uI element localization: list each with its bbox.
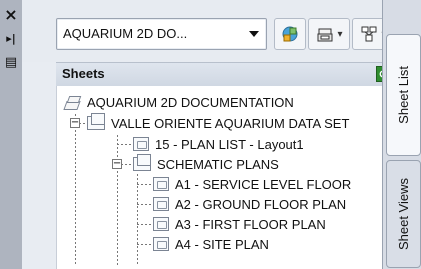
sheets-header: Sheets ⟳ bbox=[56, 62, 398, 88]
sheet-set-panel: AQUARIUM 2D DO... ▾ Sheets AQUARIUM 2D D… bbox=[22, 0, 399, 269]
collapse-icon[interactable]: − bbox=[112, 159, 122, 169]
sheets-title: Sheets bbox=[62, 66, 105, 81]
sheet-set-icon bbox=[282, 26, 298, 42]
sheet-icon bbox=[153, 237, 169, 251]
tree-sheet-set-row[interactable]: VALLE ORIENTE AQUARIUM DATA SET bbox=[87, 113, 349, 133]
tree-sheet-set-label: VALLE ORIENTE AQUARIUM DATA SET bbox=[111, 115, 350, 131]
sheet-set-root-icon bbox=[63, 95, 81, 109]
tab-sheet-list[interactable]: Sheet List bbox=[386, 34, 421, 156]
palette-tabs: Sheet List Sheet Views bbox=[382, 0, 421, 269]
tree-sheet-row[interactable]: 15 - PLAN LIST - Layout1 bbox=[133, 134, 304, 154]
toolbar: AQUARIUM 2D DO... ▾ bbox=[22, 0, 394, 62]
tree-subset-row[interactable]: SCHEMATIC PLANS bbox=[133, 154, 279, 174]
close-icon[interactable]: × bbox=[2, 5, 20, 24]
tree-sheet-label: 15 - PLAN LIST - Layout1 bbox=[155, 136, 304, 152]
tree-sheet-row[interactable]: A2 - GROUND FLOOR PLAN bbox=[153, 194, 346, 214]
publish-button[interactable]: ▾ bbox=[308, 18, 350, 50]
sheet-set-selector[interactable]: AQUARIUM 2D DO... bbox=[56, 18, 267, 50]
tab-sheet-list-label: Sheet List bbox=[396, 66, 411, 124]
collapse-icon[interactable]: − bbox=[70, 118, 80, 128]
tree-subset-label: SCHEMATIC PLANS bbox=[157, 156, 279, 172]
tree-sheet-label: A3 - FIRST FLOOR PLAN bbox=[175, 216, 326, 232]
sheet-icon bbox=[153, 197, 169, 211]
palette-title-bar: × ▸| ▤ bbox=[0, 0, 23, 269]
sheet-icon bbox=[153, 177, 169, 191]
sheet-set-manager: × ▸| ▤ AQUARIUM 2D DO... ▾ Sheets AQUARI… bbox=[0, 0, 421, 269]
sheet-set-icon-button[interactable] bbox=[274, 18, 306, 50]
sheet-set-icon bbox=[87, 113, 105, 130]
sheet-set-selector-value: AQUARIUM 2D DO... bbox=[63, 26, 188, 41]
tree-sheet-row[interactable]: A4 - SITE PLAN bbox=[153, 234, 269, 254]
tree-guide-line bbox=[137, 174, 138, 264]
autohide-icon[interactable]: ▸| bbox=[2, 30, 20, 46]
model-view-icon bbox=[361, 26, 377, 42]
subset-icon bbox=[133, 154, 151, 171]
tree-root-label: AQUARIUM 2D DOCUMENTATION bbox=[87, 94, 294, 110]
chevron-down-icon bbox=[249, 31, 259, 37]
tab-sheet-views-label: Sheet Views bbox=[396, 177, 411, 251]
tree-guide-line bbox=[117, 135, 118, 265]
publish-icon bbox=[317, 28, 333, 42]
sheet-icon bbox=[133, 137, 149, 151]
sheet-tree: AQUARIUM 2D DOCUMENTATION − VALLE ORIENT… bbox=[56, 86, 399, 269]
tree-sheet-label: A4 - SITE PLAN bbox=[175, 236, 269, 252]
tab-sheet-views[interactable]: Sheet Views bbox=[386, 160, 421, 268]
tree-sheet-row[interactable]: A3 - FIRST FLOOR PLAN bbox=[153, 214, 326, 234]
tree-sheet-label: A1 - SERVICE LEVEL FLOOR bbox=[175, 176, 352, 192]
tree-root-row[interactable]: AQUARIUM 2D DOCUMENTATION bbox=[63, 92, 294, 112]
publish-chevron-icon[interactable]: ▾ bbox=[337, 29, 342, 40]
tree-sheet-row[interactable]: A1 - SERVICE LEVEL FLOOR bbox=[153, 174, 351, 194]
tree-sheet-label: A2 - GROUND FLOOR PLAN bbox=[175, 196, 347, 212]
sheet-icon bbox=[153, 217, 169, 231]
properties-icon[interactable]: ▤ bbox=[2, 54, 20, 70]
tree-guide-line bbox=[75, 114, 76, 266]
